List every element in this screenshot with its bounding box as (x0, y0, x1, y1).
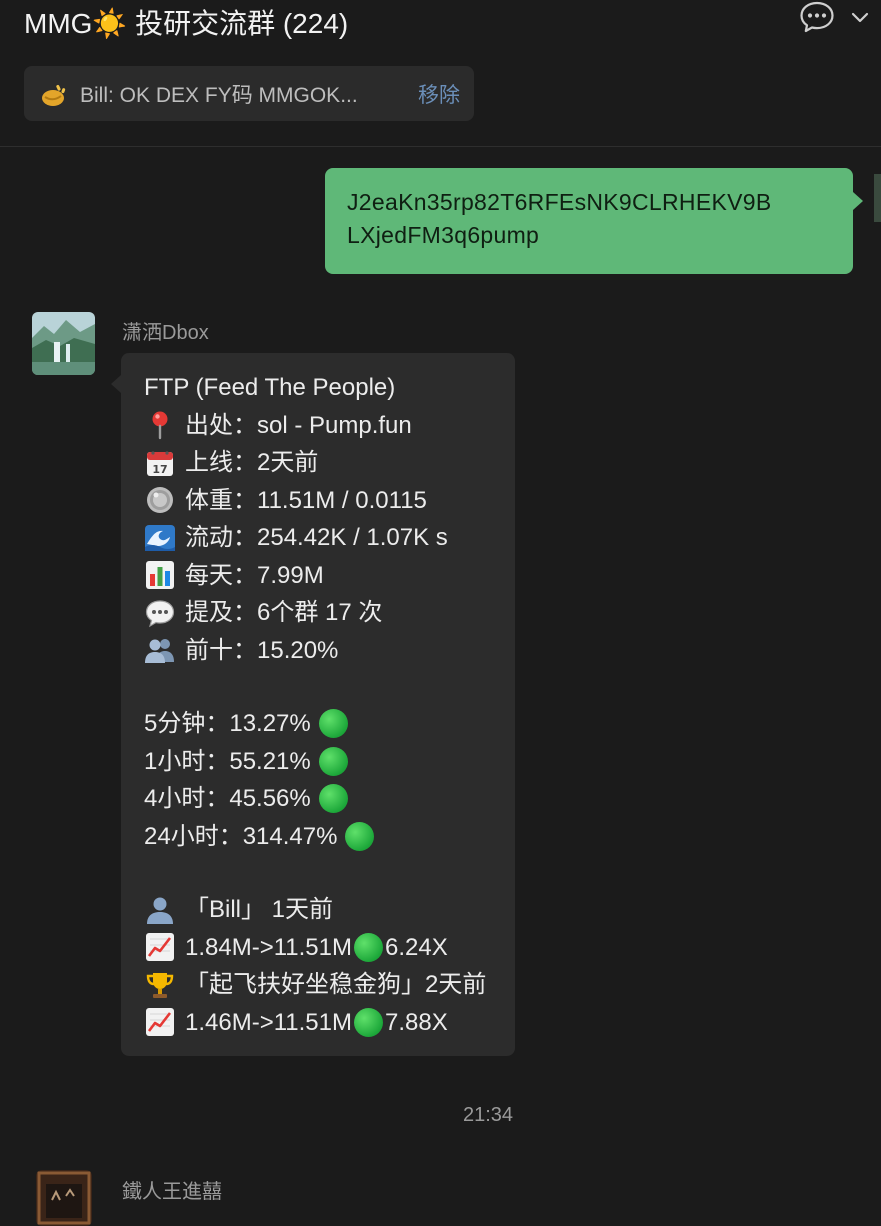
own-avatar[interactable] (874, 174, 881, 222)
weight-text: 体重：11.51M / 0.0115 (185, 486, 427, 514)
message-line: 每天：7.99M (144, 557, 515, 595)
pinned-emoji-icon (38, 79, 68, 109)
caller2-text: 「起飞扶好坐稳金狗」2天前 (185, 971, 487, 998)
sender-name[interactable]: 潇洒Dbox (122, 316, 209, 345)
avatar[interactable] (36, 1170, 92, 1226)
green-circle-icon (345, 821, 375, 851)
pushpin-icon (144, 409, 176, 441)
message-line: 提及：6个群 17 次 (144, 594, 515, 632)
trophy-icon (144, 969, 176, 1001)
header-actions (799, 0, 871, 34)
green-circle-icon (353, 1007, 383, 1037)
calendar-icon: 17 (144, 447, 176, 479)
incoming-message-bubble[interactable]: FTP (Feed The People) 出处：sol - Pump.fun (111, 353, 515, 1056)
change-24h-text: 24小时：314.47% (144, 822, 338, 850)
speech-bubble-icon (144, 597, 176, 629)
change-1h-text: 1小时：55.21% (144, 747, 311, 775)
outgoing-message-bubble[interactable]: J2eaKn35rp82T6RFEsNK9CLRHEKV9B LXjedFM3q… (325, 168, 863, 274)
avatar[interactable] (32, 312, 95, 375)
message-line: 出处：sol - Pump.fun (144, 407, 515, 445)
group-title[interactable]: MMG☀️ 投研交流群 (224) (24, 6, 348, 42)
message-line: 体重：11.51M / 0.0115 (144, 482, 515, 520)
caller2-stats-start: 1.46M->11.51M (185, 1008, 352, 1036)
chart-increasing-icon (144, 1006, 176, 1038)
green-circle-icon (318, 709, 348, 739)
bar-chart-icon (144, 559, 176, 591)
svg-text:17: 17 (152, 463, 167, 476)
message-line: 「起飞扶好坐稳金狗」2天前 (144, 966, 515, 1004)
caller1-stats-multiple: 6.24X (384, 933, 448, 961)
pinned-message[interactable]: Bill: OK DEX FY码 MMGOK... 移除 (24, 66, 474, 121)
message-line: FTP (Feed The People) (144, 369, 515, 407)
remove-pin-button[interactable]: 移除 (418, 79, 460, 109)
change-5m-text: 5分钟：13.27% (144, 710, 311, 737)
message-line: 24小时：314.47% (144, 818, 515, 856)
chart-increasing-icon (144, 931, 176, 963)
chat-header: MMG☀️ 投研交流群 (224) Bill: OK DEX FY码 MMGOK… (0, 0, 881, 147)
source-text: 出处：sol - Pump.fun (185, 411, 412, 439)
wave-icon (144, 522, 176, 554)
message-line: 前十：15.20% (144, 632, 515, 670)
caller1-text: 「Bill」 1天前 (185, 896, 334, 923)
message-line: 1.46M->11.51M 7.88X (144, 1004, 515, 1042)
green-circle-icon (318, 784, 348, 814)
liquidity-text: 流动：254.42K / 1.07K s (185, 524, 448, 551)
chevron-down-icon[interactable] (849, 0, 871, 34)
message-line: 4小时：45.56% (144, 780, 515, 818)
top10-text: 前十：15.20% (185, 636, 339, 664)
message-list[interactable]: J2eaKn35rp82T6RFEsNK9CLRHEKV9B LXjedFM3q… (0, 146, 881, 1226)
message-line: 流动：254.42K / 1.07K s (144, 519, 515, 557)
message-line: 17 上线：2天前 (144, 444, 515, 482)
caller2-stats-multiple: 7.88X (384, 1008, 448, 1036)
message-line: 「Bill」 1天前 (144, 891, 515, 929)
people-icon (144, 634, 176, 666)
message-line: 1.84M->11.51M 6.24X (144, 929, 515, 967)
pinned-text: Bill: OK DEX FY码 MMGOK... (80, 83, 358, 107)
daily-text: 每天：7.99M (185, 561, 324, 589)
online-text: 上线：2天前 (185, 449, 319, 476)
message-line: 1小时：55.21% (144, 743, 515, 781)
outgoing-message-line: J2eaKn35rp82T6RFEsNK9CLRHEKV9B (347, 189, 772, 215)
change-4h-text: 4小时：45.56% (144, 785, 311, 812)
green-circle-icon (318, 746, 348, 776)
coin-icon (144, 484, 176, 516)
chat-bubble-icon[interactable] (799, 0, 835, 34)
caller1-stats-start: 1.84M->11.51M (185, 933, 352, 961)
mentions-text: 提及：6个群 17 次 (185, 599, 383, 626)
message-line: 5分钟：13.27% (144, 705, 515, 743)
outgoing-message-line: LXjedFM3q6pump (347, 222, 540, 248)
token-title: FTP (Feed The People) (144, 374, 396, 401)
timestamp: 21:34 (462, 1104, 514, 1126)
person-icon (144, 894, 176, 926)
green-circle-icon (353, 932, 383, 962)
